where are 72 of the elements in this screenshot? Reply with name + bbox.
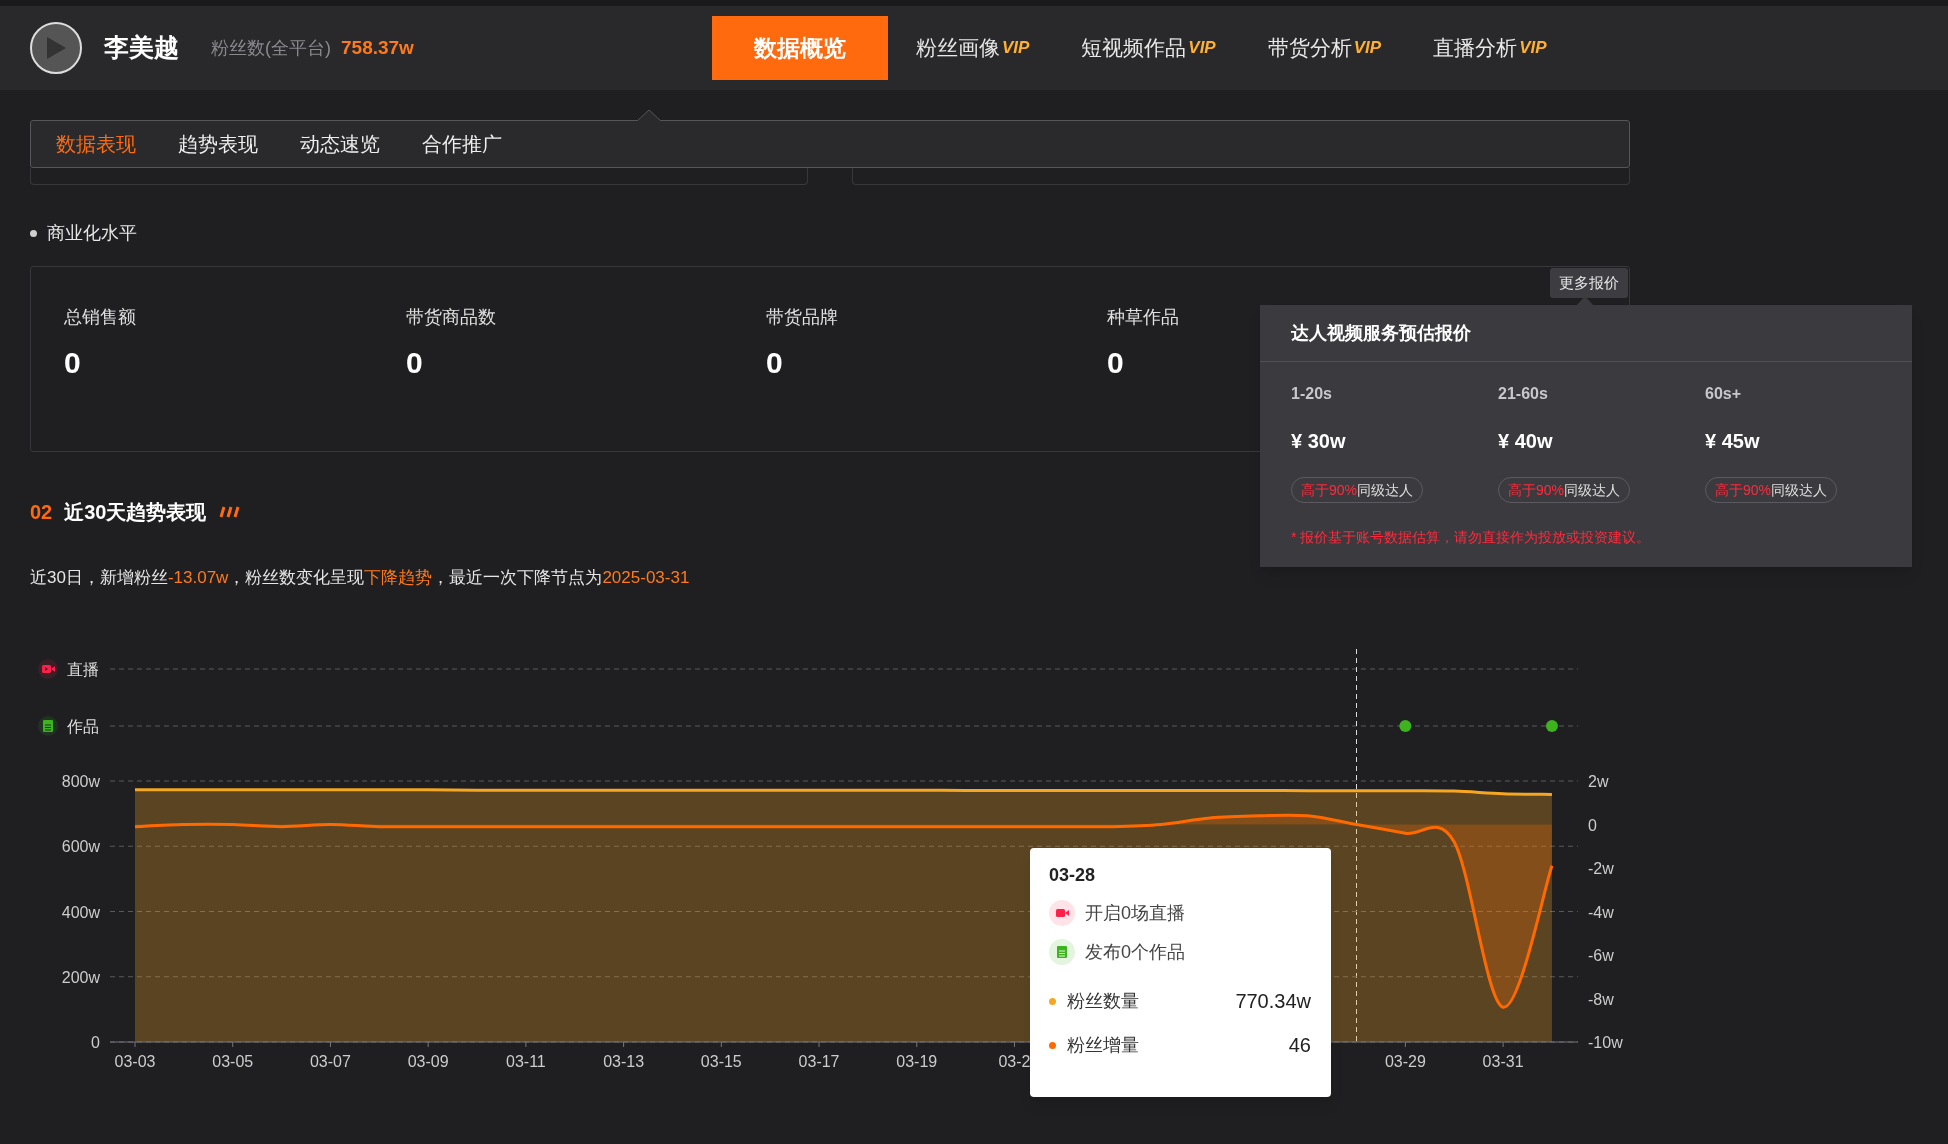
tooltip-label: 粉丝增量 [1067, 1033, 1139, 1057]
tooltip-date: 03-28 [1049, 864, 1097, 886]
axis-label: 03-31 [1482, 1053, 1524, 1070]
metric-label: 总销售额 [64, 306, 137, 326]
document-icon [1049, 939, 1075, 965]
metric-value: 0 [406, 345, 424, 381]
metric-value: 0 [1107, 345, 1125, 381]
video-icon [38, 659, 58, 679]
axis-label: 0 [1588, 816, 1597, 834]
axis-label: -6w [1588, 947, 1614, 964]
axis-label: 03-11 [506, 1053, 546, 1070]
sub-tab[interactable]: 趋势表现 [178, 129, 258, 159]
section-title: 商业化水平 [47, 221, 137, 245]
axis-label: 200w [61, 968, 100, 986]
price-value: ¥ 30w [1291, 429, 1346, 454]
disclaimer-note: * 报价基于账号数据估算，请勿直接作为投放或投资建议。 [1291, 528, 1652, 547]
section-title: 近30天趋势表现 [64, 500, 207, 525]
nav-tab[interactable]: 直播分析VIP [1409, 16, 1571, 80]
axis-label: 400w [61, 903, 100, 921]
event-dot[interactable] [1545, 720, 1558, 732]
axis-label: 03-03 [114, 1053, 156, 1070]
event-dot[interactable] [1399, 720, 1412, 732]
duration-label: 60s+ [1705, 384, 1742, 404]
nav-tab[interactable]: 短视频作品 VIP [1057, 16, 1240, 80]
axis-label: 600w [61, 838, 100, 856]
video-icon [1049, 900, 1075, 926]
metric-value: 0 [64, 345, 82, 381]
axis-label: -8w [1588, 990, 1614, 1008]
metric-value: 0 [766, 345, 784, 381]
more-quotes-button[interactable]: 更多报价 [1550, 268, 1628, 298]
sub-tab[interactable]: 合作推广 [422, 129, 502, 159]
sub-tab[interactable]: 动态速览 [300, 129, 380, 159]
axis-label: -10w [1588, 1034, 1623, 1051]
lane-label: 作品 [67, 718, 99, 735]
axis-label: 03-17 [798, 1053, 840, 1070]
sub-tab[interactable]: 数据表现 [56, 129, 136, 159]
axis-label: 03-13 [603, 1053, 645, 1070]
axis-label: 03-29 [1384, 1053, 1426, 1070]
axis-label: 03-2 [998, 1053, 1031, 1070]
axis-label: 03-09 [407, 1053, 449, 1070]
trend-summary: 近30日，新增粉丝-13.07w，粉丝数变化呈现下降趋势，最近一次下降节点为2025-03-31 [30, 567, 691, 587]
duration-label: 1-20s [1291, 384, 1332, 404]
tooltip-label: 粉丝数量 [1067, 989, 1139, 1013]
play-icon [45, 36, 67, 60]
account-name: 李美越 [104, 32, 179, 64]
fans-count: 758.37w [341, 35, 414, 60]
tooltip-text: 发布0个作品 [1085, 940, 1185, 964]
metric-label: 带货品牌 [766, 306, 839, 326]
metric-label: 种草作品 [1107, 306, 1180, 326]
lane-label: 直播 [67, 661, 99, 678]
price-value: ¥ 45w [1705, 429, 1760, 454]
axis-label: 03-07 [310, 1053, 351, 1070]
metric-label: 带货商品数 [406, 306, 497, 326]
axis-label: 800w [61, 773, 100, 790]
axis-label: 0 [91, 1034, 100, 1051]
popover-title: 达人视频服务预估报价 [1291, 321, 1471, 345]
axis-label: 2w [1588, 773, 1609, 790]
nav-tab[interactable]: 粉丝画像 VIP [891, 16, 1054, 80]
axis-label: 03-19 [896, 1053, 938, 1070]
axis-label: -2w [1588, 860, 1614, 877]
tooltip-value: 46 [1288, 1033, 1311, 1058]
duration-label: 21-60s [1498, 384, 1548, 404]
axis-label: 03-15 [700, 1053, 742, 1070]
nav-tab[interactable]: 带货分析VIP [1243, 16, 1406, 80]
axis-label: 03-05 [212, 1053, 254, 1070]
axis-label: -4w [1588, 903, 1614, 921]
fans-label: 粉丝数(全平台) [211, 36, 331, 60]
document-icon [38, 716, 58, 736]
price-value: ¥ 40w [1498, 429, 1553, 454]
tooltip-text: 开启0场直播 [1085, 901, 1185, 925]
section-number: 02 [30, 500, 53, 525]
tooltip-value: 770.34w [1235, 989, 1311, 1014]
